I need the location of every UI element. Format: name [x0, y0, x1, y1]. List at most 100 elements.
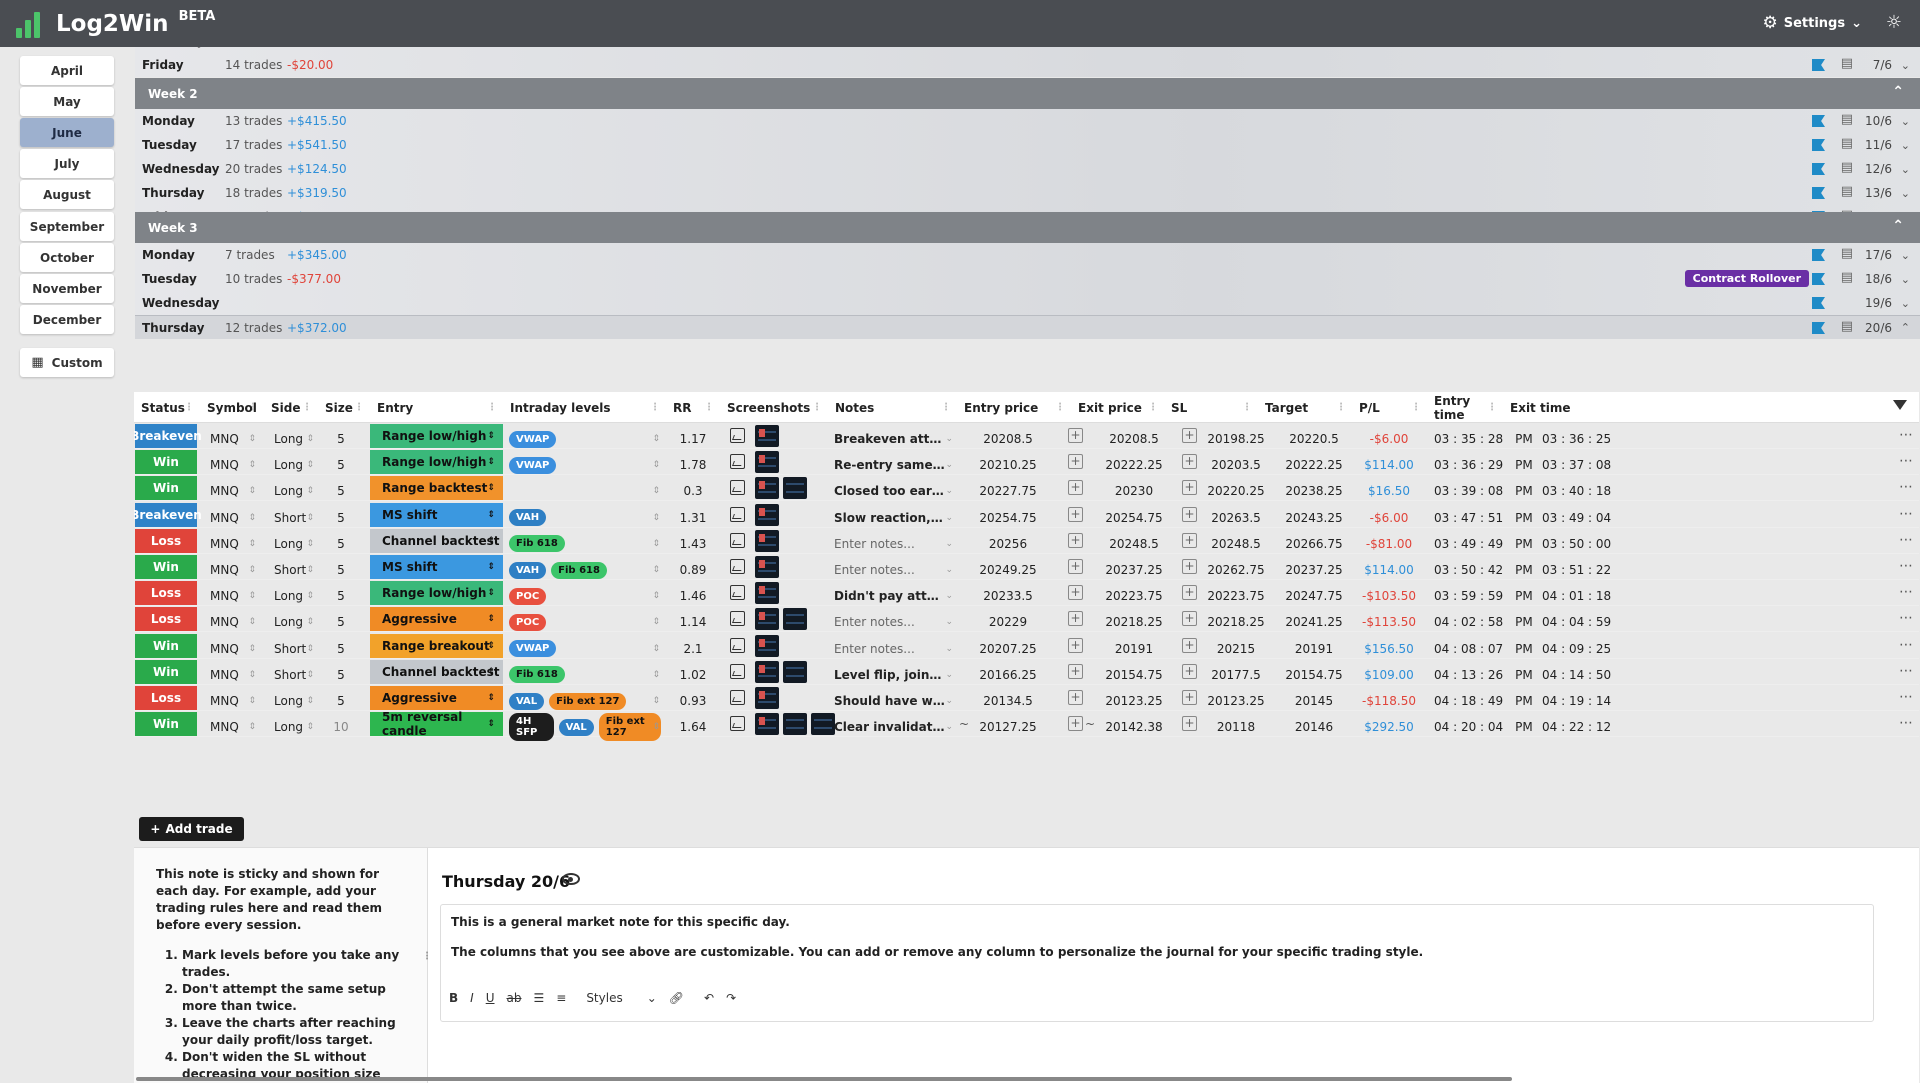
calendar-icon[interactable]: ▤ [1841, 184, 1853, 199]
column-header[interactable]: Screenshots ⋮ [727, 392, 828, 423]
table-row[interactable]: Win MNQ ⇕ Short ⇕ 5 Range breakout ⇕ VWAP ⇕ 2.1 Ent… [134, 633, 1919, 659]
month-button-december[interactable]: December [20, 305, 114, 334]
chevron-up-icon[interactable]: ⌃ [1892, 218, 1904, 234]
screenshot-thumbnail[interactable] [755, 582, 779, 605]
entry-select[interactable]: MS shift ⇕ [370, 555, 503, 579]
notes-cell[interactable]: Clear invalidation, added extra. Th ...⌄ [834, 711, 957, 743]
column-header[interactable]: Symbol ⋮ [207, 392, 264, 423]
status-cell[interactable]: Breakeven [134, 424, 202, 448]
calendar-icon[interactable]: ▤ [1841, 246, 1853, 261]
entry-time-value[interactable]: 04 : 20 : 04 PM [1434, 711, 1534, 743]
entry-select[interactable]: Range low/high ⇕ [370, 581, 503, 606]
table-row[interactable]: Loss MNQ ⇕ Long ⇕ 5 Aggressive ⇕ POC ⇕ 1.14 Enter n… [134, 606, 1919, 633]
table-row[interactable]: Win MNQ ⇕ Short ⇕ 5 Channel backtest ⇕ Fib 618 ⇕ 1… [134, 659, 1919, 685]
day-row[interactable]: Wednesday 19/6 ⌄ [135, 291, 1920, 315]
add-image-icon[interactable] [730, 559, 745, 574]
resize-handle[interactable]: ⋮ [184, 402, 194, 413]
entry-price-value[interactable]: 20127.25 [957, 711, 1059, 743]
status-cell[interactable]: Loss [135, 528, 197, 553]
day-row[interactable]: Thursday 12 trades +$372.00 ▤ 20/6 ⌃ [135, 315, 1920, 339]
status-cell[interactable]: Win [135, 712, 197, 737]
symbol-select[interactable]: MNQ ⇕ [200, 711, 264, 743]
screenshot-thumbnail[interactable] [755, 687, 779, 709]
status-cell[interactable]: Loss [135, 686, 197, 710]
day-row[interactable]: Friday 14 trades -$20.00 ▤ 7/6 ⌄ [135, 53, 1920, 77]
calendar-icon[interactable]: ▤ [1841, 112, 1853, 127]
status-cell[interactable]: Win [135, 476, 197, 501]
screenshot-thumbnail[interactable] [811, 713, 835, 736]
flag-icon[interactable] [1812, 297, 1825, 309]
column-header[interactable]: Entry ⋮ [377, 392, 503, 423]
calendar-icon[interactable]: ▤ [1841, 56, 1853, 71]
table-row[interactable]: Win MNQ ⇕ Long ⇕ 5 Range low/high ⇕ VWAP ⇕ 1.78 Re-… [134, 449, 1919, 476]
add-image-icon[interactable] [730, 454, 745, 470]
add-box-icon[interactable]: + [1182, 585, 1197, 601]
resize-handle[interactable]: ⋮ [650, 402, 660, 413]
add-box-icon[interactable]: + [1182, 559, 1197, 574]
redo-icon[interactable]: ↷ [726, 991, 736, 1005]
day-row[interactable]: Monday 13 trades +$415.50 ▤ 10/6 ⌄ [135, 109, 1920, 133]
add-box-icon[interactable]: + [1182, 454, 1197, 470]
entry-select[interactable]: Aggressive ⇕ [370, 686, 503, 710]
month-button-june[interactable]: June [20, 118, 114, 147]
resize-handle[interactable]: ⋮ [354, 402, 364, 413]
styles-dropdown[interactable]: Styles ⌄ [586, 991, 656, 1005]
resize-handle[interactable]: ⋮ [1487, 402, 1497, 413]
table-row[interactable]: Win MNQ ⇕ Long ⇕ 5 Range backtest ⇕ ⇕ 0.3 Closed t… [134, 475, 1919, 502]
sun-icon[interactable]: ☼ [1886, 12, 1902, 33]
chevron-down-icon[interactable]: ⌄ [1901, 297, 1910, 310]
flag-icon[interactable] [1812, 322, 1825, 334]
flag-icon[interactable] [1812, 139, 1825, 151]
add-image-icon[interactable] [730, 506, 745, 522]
ordered-list-icon[interactable]: ☰ [533, 991, 544, 1005]
chevron-down-icon[interactable]: ⌄ [1901, 59, 1910, 72]
side-select[interactable]: Long ⇕ [264, 711, 318, 743]
status-cell[interactable]: Win [135, 450, 197, 475]
table-row[interactable]: Loss MNQ ⇕ Long ⇕ 5 Aggressive ⇕ VAL Fib ext 127 ⇕… [134, 685, 1919, 711]
day-row[interactable]: Monday 7 trades +$345.00 ▤ 17/6 ⌄ [135, 243, 1920, 267]
column-header[interactable]: Exit time [1510, 392, 1603, 423]
add-image-icon[interactable] [730, 585, 745, 601]
more-options-icon[interactable]: ⋯ [1899, 689, 1913, 705]
entry-select[interactable]: MS shift ⇕ [370, 502, 503, 527]
flag-icon[interactable] [1812, 115, 1825, 127]
entry-select[interactable]: Channel backtest ⇕ [370, 659, 503, 684]
entry-select[interactable]: Aggressive ⇕ [370, 607, 503, 632]
add-image-icon[interactable] [730, 663, 745, 679]
add-box-icon[interactable]: + [1068, 480, 1083, 496]
flag-icon[interactable] [1812, 249, 1825, 261]
column-header[interactable]: Entry price ⋮ [964, 392, 1071, 423]
column-header[interactable]: P/L ⋮ [1359, 392, 1427, 423]
screenshot-thumbnail[interactable] [783, 713, 807, 736]
table-row[interactable]: Win MNQ ⇕ Short ⇕ 5 MS shift ⇕ VAH Fib 618 ⇕ 0.89 En… [134, 554, 1919, 580]
chevron-down-icon[interactable]: ⌄ [1901, 187, 1910, 200]
screenshot-thumbnail[interactable] [755, 529, 779, 552]
more-options-icon[interactable]: ⋯ [1899, 532, 1913, 548]
eye-icon[interactable] [562, 873, 580, 885]
day-row[interactable]: Wednesday 20 trades +$124.50 ▤ 12/6 ⌄ [135, 157, 1920, 181]
add-box-icon[interactable]: + [1182, 663, 1197, 679]
chevron-down-icon[interactable]: ⌄ [1901, 139, 1910, 152]
status-cell[interactable]: Win [135, 555, 197, 579]
status-cell[interactable]: Loss [135, 581, 197, 606]
screenshot-thumbnail[interactable] [755, 660, 779, 683]
day-row[interactable]: Tuesday 17 trades +$541.50 ▤ 11/6 ⌄ [135, 133, 1920, 157]
add-box-icon[interactable]: + [1068, 559, 1083, 574]
resize-handle[interactable]: ⋮ [422, 948, 432, 965]
add-box-icon[interactable]: + [1182, 506, 1197, 522]
chevron-down-icon[interactable]: ⌄ [1901, 47, 1910, 48]
screenshot-thumbnail[interactable] [755, 425, 779, 447]
entry-select[interactable]: Range low/high ⇕ [370, 424, 503, 448]
column-header[interactable]: RR ⋮ [673, 392, 720, 423]
month-button-april[interactable]: April [20, 56, 114, 85]
month-button-august[interactable]: August [20, 180, 114, 209]
flag-icon[interactable] [1812, 187, 1825, 199]
more-options-icon[interactable]: ⋯ [1899, 453, 1913, 469]
resize-handle[interactable]: ⋮ [302, 402, 312, 413]
resize-handle[interactable]: ⋮ [1411, 402, 1421, 413]
screenshot-thumbnail[interactable] [755, 503, 779, 526]
day-tag-badge[interactable]: Contract Rollover [1684, 270, 1809, 287]
exit-price-value[interactable]: 20142.38 [1089, 711, 1179, 743]
screenshot-thumbnail[interactable] [783, 660, 807, 683]
flag-icon[interactable] [1812, 163, 1825, 175]
